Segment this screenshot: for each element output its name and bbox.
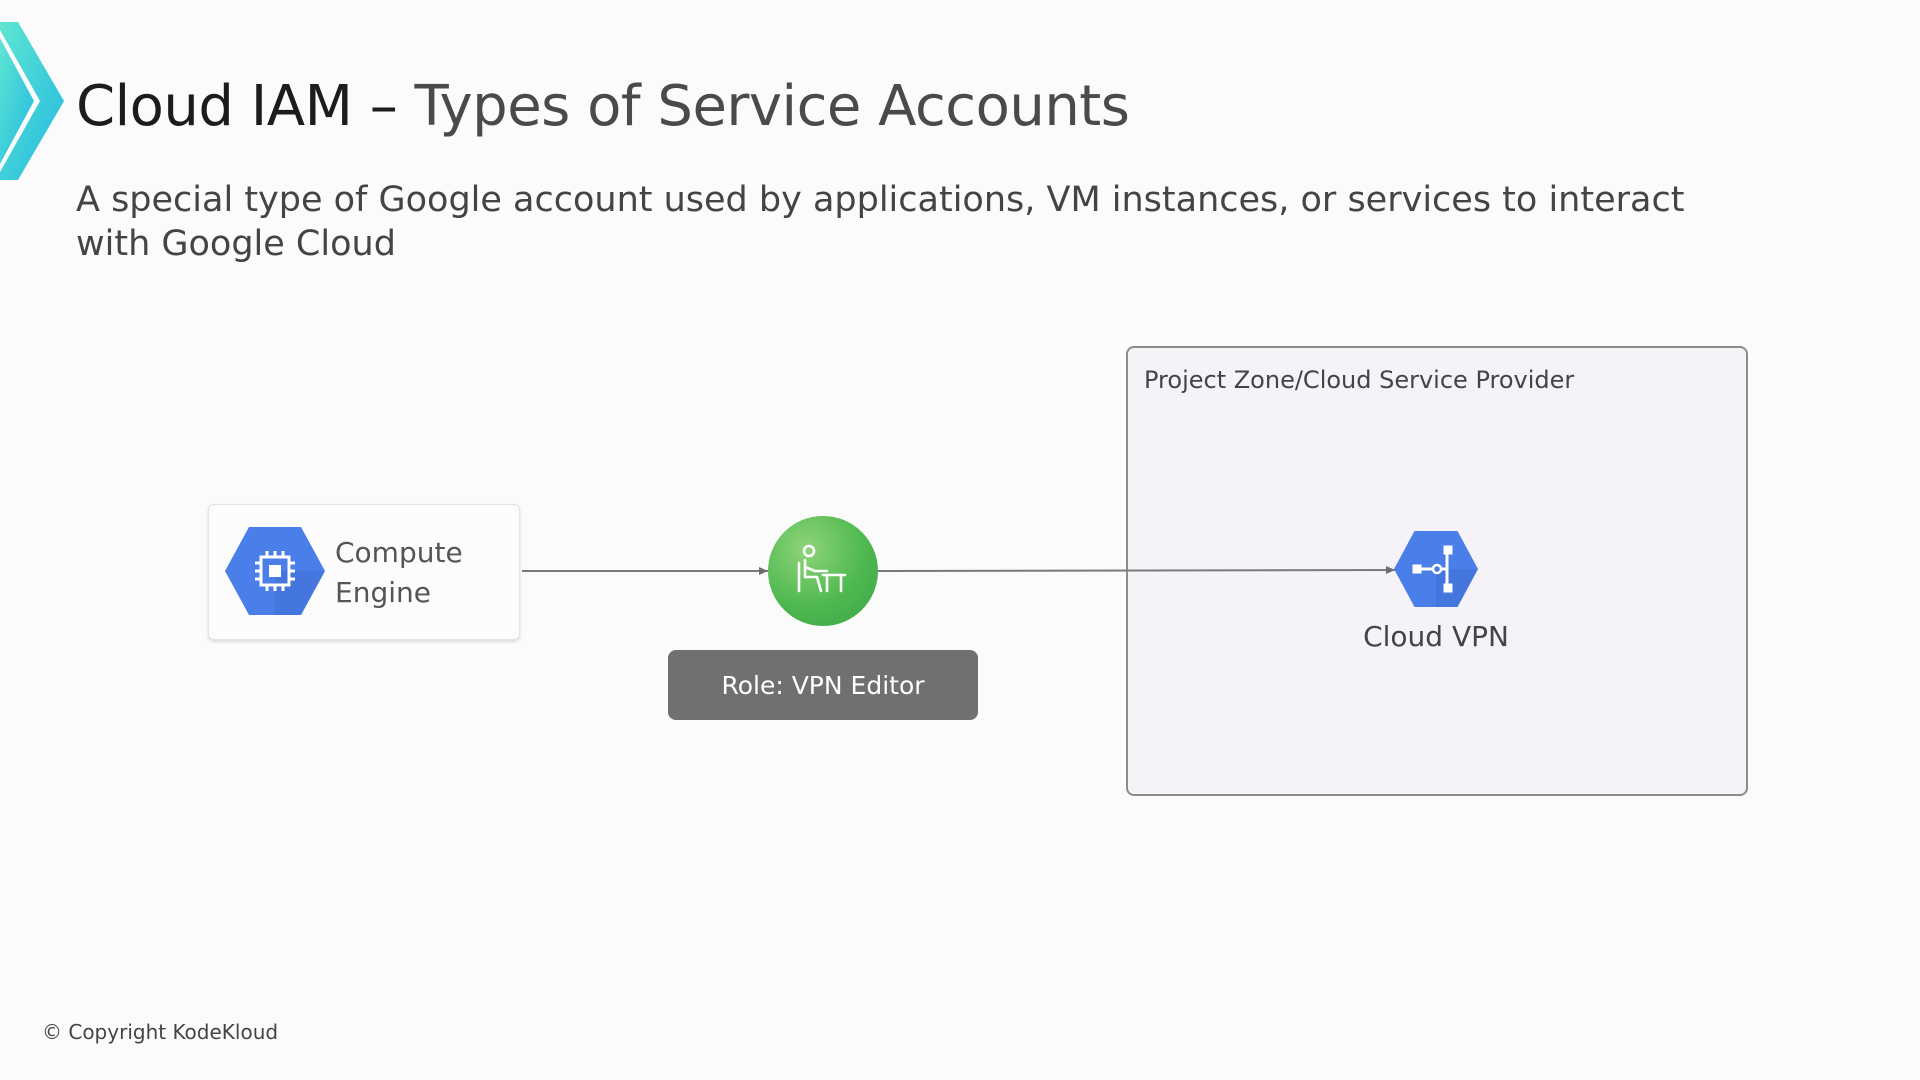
cloud-vpn-label: Cloud VPN bbox=[1363, 620, 1509, 653]
compute-engine-card[interactable]: Compute Engine bbox=[208, 504, 520, 640]
person-at-desk-icon bbox=[797, 544, 847, 593]
compute-engine-chip-icon bbox=[225, 527, 325, 615]
arrow-service-account-to-vpn bbox=[877, 566, 1396, 575]
copyright-text: © Copyright KodeKloud bbox=[42, 1020, 279, 1044]
role-badge: Role: VPN Editor bbox=[668, 650, 978, 720]
service-account-node[interactable] bbox=[768, 516, 878, 626]
compute-engine-label: Compute Engine bbox=[335, 536, 463, 609]
cloud-vpn-icon[interactable] bbox=[1393, 530, 1479, 608]
